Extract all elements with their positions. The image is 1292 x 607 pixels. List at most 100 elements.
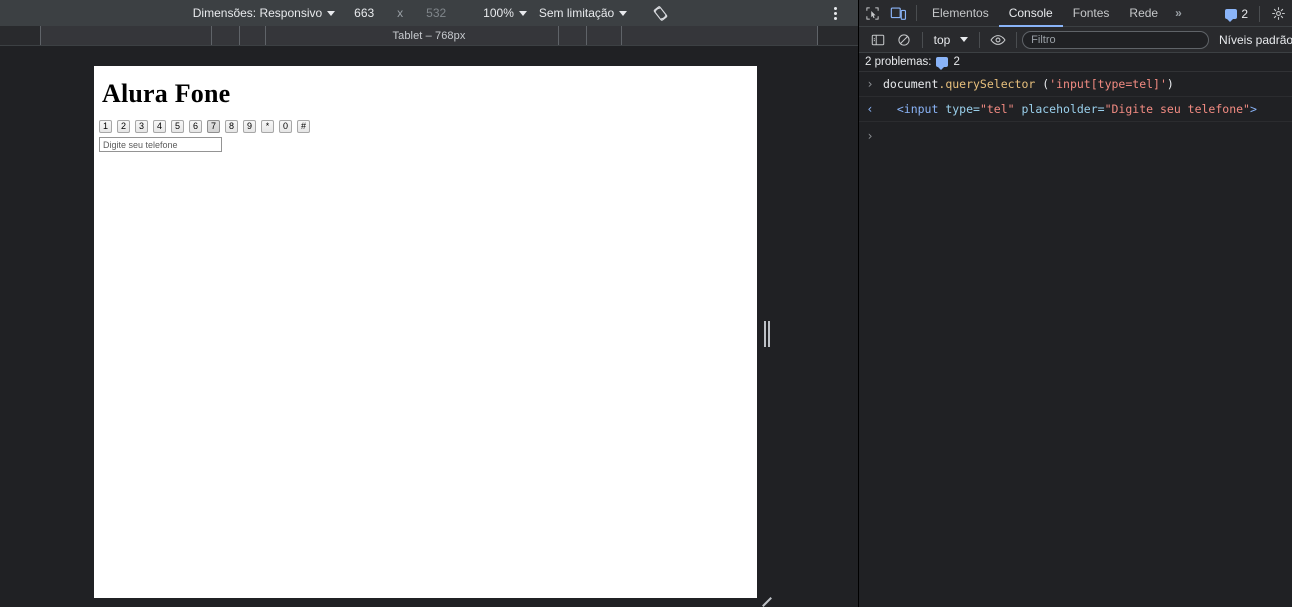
screen-root: Dimensões: Responsivo x 100% Sem limitaç… xyxy=(0,0,1292,607)
message-chip-icon xyxy=(1225,8,1238,22)
keypad-button-2[interactable]: 2 xyxy=(117,120,130,133)
page-title: Alura Fone xyxy=(102,79,231,108)
console-prompt-arrow-icon: › xyxy=(866,77,874,91)
keypad-button-label: 6 xyxy=(192,121,198,131)
tabbar-divider xyxy=(1259,5,1260,22)
keypad-button-4[interactable]: 4 xyxy=(153,120,166,133)
chevron-down-icon xyxy=(619,10,628,16)
console-toolbar-divider xyxy=(979,31,981,48)
dimensions-dropdown[interactable]: Dimensões: Responsivo xyxy=(187,3,341,23)
device-toolbar-more-button[interactable] xyxy=(826,0,844,26)
console-token: ) xyxy=(1166,77,1174,91)
chevron-down-icon xyxy=(960,37,969,42)
keypad-button-label: 4 xyxy=(156,121,162,131)
keypad-button-label: 9 xyxy=(246,121,252,131)
keypad-button-6[interactable]: 6 xyxy=(189,120,202,133)
issues-strip-count: 2 xyxy=(953,56,960,68)
console-filter-input[interactable] xyxy=(1022,30,1209,49)
ruler-tick xyxy=(211,26,212,45)
device-toolbar: Dimensões: Responsivo x 100% Sem limitaç… xyxy=(0,0,858,26)
console-token: 'input[type=tel]' xyxy=(1049,77,1167,91)
keypad-button-label: # xyxy=(300,121,306,131)
console-context-dropdown[interactable]: top xyxy=(928,33,975,47)
chevron-down-icon xyxy=(327,10,336,16)
console-toolbar-divider xyxy=(921,31,923,48)
keypad-button-hash[interactable]: # xyxy=(297,120,310,133)
ruler-track[interactable] xyxy=(40,26,818,45)
ruler-tick xyxy=(265,26,266,45)
tab-console[interactable]: Console xyxy=(999,0,1063,27)
message-chip-icon xyxy=(936,57,949,70)
console-token: placeholder= xyxy=(1014,102,1105,116)
console-token: > xyxy=(1249,102,1257,116)
live-expression-eye-icon[interactable] xyxy=(985,27,1011,53)
inspect-element-icon[interactable] xyxy=(859,0,885,26)
keypad-button-0[interactable]: 0 xyxy=(279,120,292,133)
device-toolbar-controls: Dimensões: Responsivo x 100% Sem limitaç… xyxy=(0,0,858,26)
console-token: document xyxy=(883,77,939,91)
tab-fontes[interactable]: Fontes xyxy=(1063,0,1120,27)
throttling-label: Sem limitação xyxy=(538,6,615,20)
viewport-height-input[interactable] xyxy=(413,4,460,22)
console-row-prompt[interactable]: › xyxy=(859,122,1292,148)
console-toolbar: top Níveis padrão xyxy=(859,27,1292,53)
device-ruler[interactable]: Tablet – 768px xyxy=(0,26,858,46)
viewport-width-input[interactable] xyxy=(341,4,388,22)
console-levels-dropdown[interactable]: Níveis padrão xyxy=(1209,33,1292,47)
phone-number-input[interactable] xyxy=(99,137,222,152)
keypad-button-label: 0 xyxy=(282,121,288,131)
gear-icon[interactable] xyxy=(1265,1,1291,27)
console-row-content: <input type="tel" placeholder="Digite se… xyxy=(881,101,1292,117)
console-token: .querySelector xyxy=(938,77,1036,91)
device-mode-pane: Dimensões: Responsivo x 100% Sem limitaç… xyxy=(0,0,858,607)
tab-elementos[interactable]: Elementos xyxy=(922,0,999,27)
zoom-dropdown[interactable]: 100% xyxy=(477,3,533,23)
clear-console-icon[interactable] xyxy=(891,27,917,53)
console-sidebar-icon[interactable] xyxy=(865,27,891,53)
console-issues-strip[interactable]: 2 problemas: 2 xyxy=(859,53,1292,72)
keypad-button-star[interactable]: * xyxy=(261,120,274,133)
console-row-input: › document.querySelector ('input[type=tel… xyxy=(859,72,1292,97)
keypad-button-label: 1 xyxy=(102,121,108,131)
keypad-button-label: 7 xyxy=(210,121,216,131)
keypad-button-8[interactable]: 8 xyxy=(225,120,238,133)
device-toolbar-icon[interactable] xyxy=(885,0,911,26)
issues-strip-text: 2 problemas: xyxy=(865,56,932,68)
keypad-button-3[interactable]: 3 xyxy=(135,120,148,133)
tab-rede[interactable]: Rede xyxy=(1119,0,1168,27)
tabs-overflow-button[interactable]: » xyxy=(1168,0,1189,27)
dimensions-label: Dimensões: Responsivo xyxy=(192,6,323,20)
three-dots-vertical-icon xyxy=(833,6,837,20)
console-row-content: document.querySelector ('input[type=tel]… xyxy=(881,76,1292,92)
keypad-button-9[interactable]: 9 xyxy=(243,120,256,133)
throttling-dropdown[interactable]: Sem limitação xyxy=(533,3,633,23)
page-viewport: Alura Fone 1 2 3 4 5 6 7 8 9 * 0 # xyxy=(94,66,757,598)
console-token: type= xyxy=(938,102,980,116)
console-context-label: top xyxy=(933,32,951,47)
tabbar-divider xyxy=(916,5,917,21)
ruler-tick xyxy=(239,26,240,45)
issues-badge-count: 2 xyxy=(1241,6,1248,21)
keypad-button-7[interactable]: 7 xyxy=(207,120,220,133)
devtools-panel: Elementos Console Fontes Rede » 2 top Fi… xyxy=(858,0,1292,607)
console-output-arrow-icon: ‹ xyxy=(866,102,874,116)
keypad-button-1[interactable]: 1 xyxy=(99,120,112,133)
issues-badge[interactable]: 2 xyxy=(1219,6,1254,22)
keypad-button-5[interactable]: 5 xyxy=(171,120,184,133)
ruler-tick xyxy=(558,26,559,45)
console-row-output: ‹ <input type="tel" placeholder="Digite … xyxy=(859,97,1292,122)
phone-keypad: 1 2 3 4 5 6 7 8 9 * 0 # xyxy=(94,109,757,133)
console-prompt-arrow-icon: › xyxy=(866,129,874,143)
console-toolbar-divider xyxy=(1016,31,1018,48)
devtools-tabbar: Elementos Console Fontes Rede » 2 xyxy=(859,0,1292,27)
keypad-button-label: 2 xyxy=(120,121,126,131)
viewport-resize-handle-corner[interactable] xyxy=(758,596,776,607)
viewport-resize-handle-horizontal[interactable] xyxy=(760,320,774,348)
ruler-tick xyxy=(621,26,622,45)
keypad-button-label: 3 xyxy=(138,121,144,131)
devtools-tabbar-right: 2 xyxy=(1219,0,1291,27)
console-token: ( xyxy=(1035,77,1050,91)
console-message-list: › document.querySelector ('input[type=tel… xyxy=(859,72,1292,148)
ruler-tick xyxy=(586,26,587,45)
rotate-icon[interactable] xyxy=(649,2,671,24)
